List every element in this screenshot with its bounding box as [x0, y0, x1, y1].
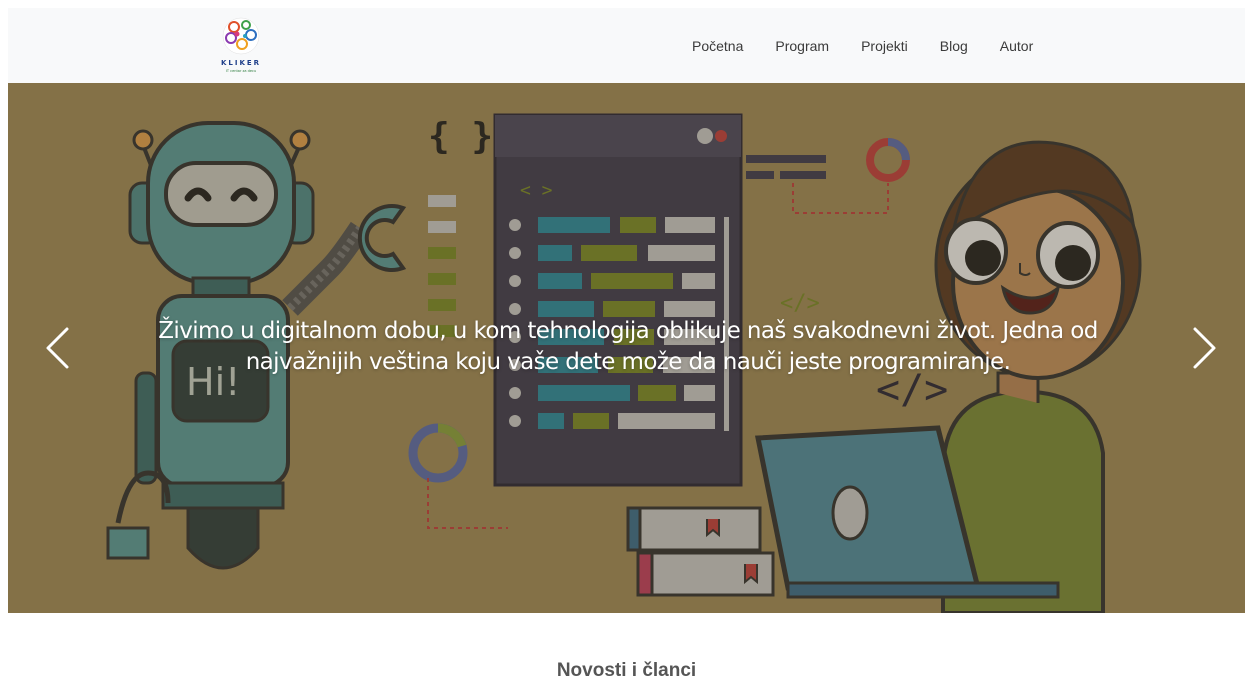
nav-link-autor[interactable]: Autor	[984, 38, 1049, 54]
nav-link-blog[interactable]: Blog	[924, 38, 984, 54]
carousel-prev-button[interactable]	[32, 313, 82, 383]
nav-link-pocetna[interactable]: Početna	[676, 38, 759, 54]
brand-name: KLIKER	[220, 59, 262, 67]
news-section-title: Novosti i članci	[556, 660, 697, 679]
chevron-left-icon	[46, 327, 69, 369]
main-menu: Početna Program Projekti Blog Autor	[676, 8, 1049, 83]
nav-link-projekti[interactable]: Projekti	[845, 38, 924, 54]
brand-logo[interactable]: KLIKER IT centar za decu	[215, 14, 267, 78]
brand-tagline: IT centar za decu	[225, 69, 257, 73]
hero-caption: Živimo u digitalnom dobu, u kom tehnolog…	[158, 318, 1098, 375]
hero-carousel: Hi! { } < > </> </> Živimo u digitalnom …	[8, 83, 1245, 613]
carousel-next-button[interactable]	[1180, 313, 1230, 383]
chevron-right-icon	[1193, 327, 1216, 369]
nav-link-program[interactable]: Program	[759, 38, 845, 54]
navbar: KLIKER IT centar za decu Početna Program…	[8, 8, 1245, 83]
logo-mark-icon	[222, 17, 260, 55]
